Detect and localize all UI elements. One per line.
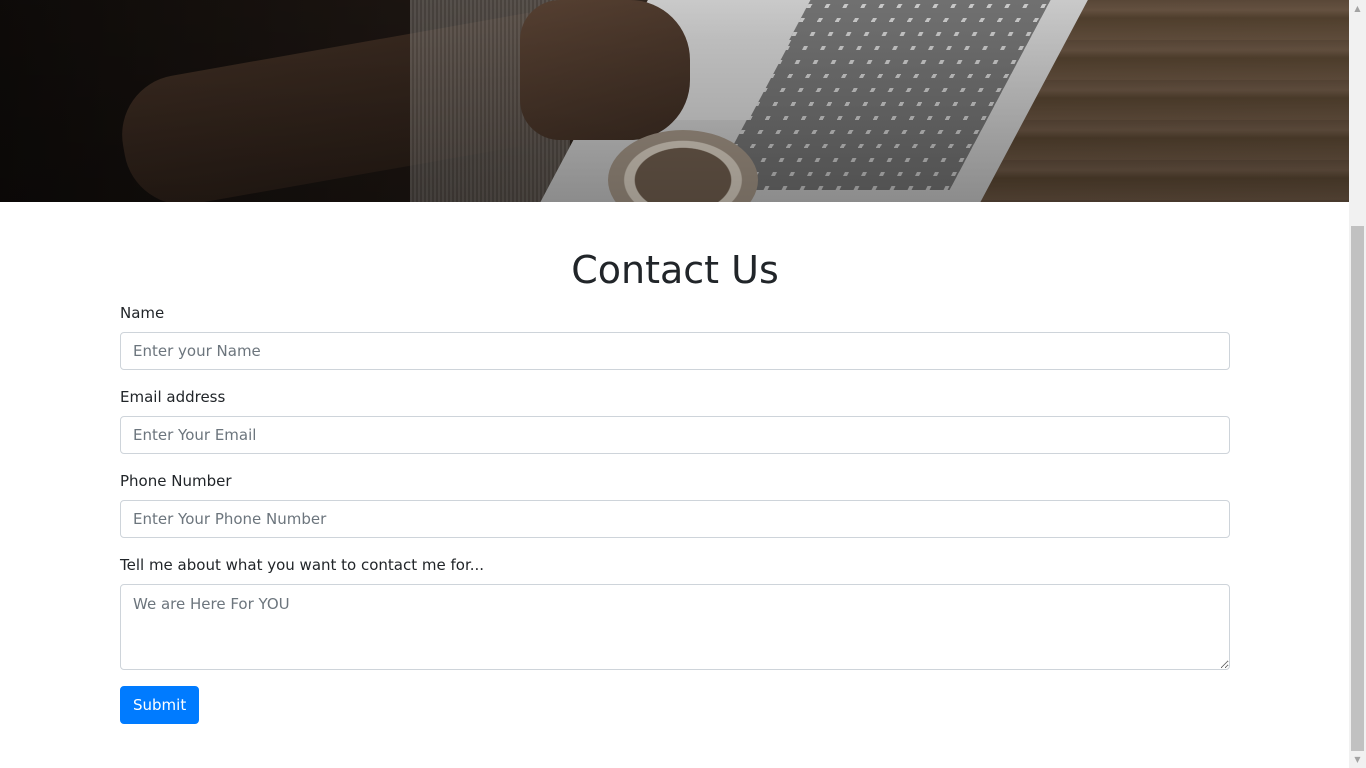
scroll-up-arrow-icon[interactable]: ▲: [1349, 0, 1366, 17]
name-group: Name: [120, 302, 1230, 370]
contact-section: Contact Us Name Email address Phone Numb…: [120, 202, 1230, 724]
name-label: Name: [120, 304, 165, 322]
scroll-down-arrow-icon[interactable]: ▼: [1349, 751, 1366, 768]
message-textarea[interactable]: [120, 584, 1230, 670]
email-label: Email address: [120, 388, 226, 406]
page-scrollbar[interactable]: ▲ ▼: [1349, 0, 1366, 768]
message-label: Tell me about what you want to contact m…: [120, 556, 485, 574]
submit-button[interactable]: Submit: [120, 686, 200, 724]
email-group: Email address: [120, 386, 1230, 454]
page-title: Contact Us: [571, 248, 779, 292]
contact-form: Name Email address Phone Number Tell me …: [120, 302, 1230, 724]
hero-image: [0, 0, 1349, 202]
email-input[interactable]: [120, 416, 1230, 454]
phone-input[interactable]: [120, 500, 1230, 538]
scrollbar-thumb[interactable]: [1351, 226, 1364, 751]
phone-label: Phone Number: [120, 472, 232, 490]
message-group: Tell me about what you want to contact m…: [120, 554, 1230, 670]
name-input[interactable]: [120, 332, 1230, 370]
hero-overlay: [0, 0, 1349, 202]
phone-group: Phone Number: [120, 470, 1230, 538]
